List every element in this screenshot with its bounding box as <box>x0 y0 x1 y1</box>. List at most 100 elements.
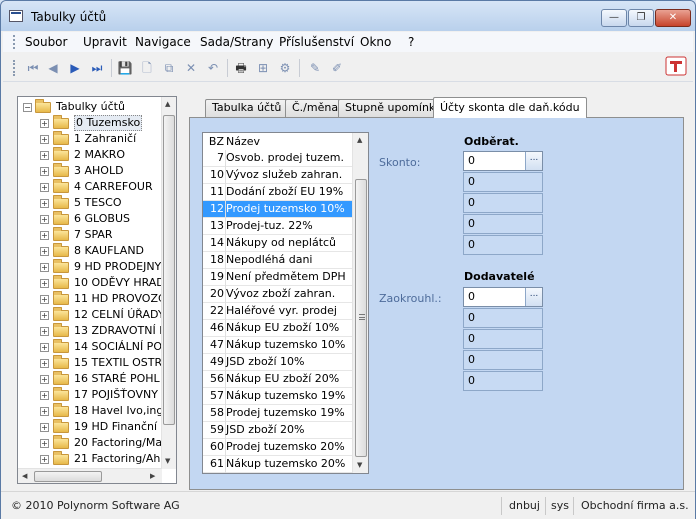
expand-icon[interactable]: + <box>40 295 49 304</box>
expand-icon[interactable]: + <box>40 119 49 128</box>
list-row[interactable]: 11 Dodání zboží EU 19% <box>203 184 353 201</box>
collapse-icon[interactable]: − <box>23 103 32 112</box>
tree-item[interactable]: +4 CARREFOUR <box>18 179 162 195</box>
list-row[interactable]: 22 Haléřové vyr. prodej <box>203 303 353 320</box>
expand-icon[interactable]: + <box>40 279 49 288</box>
tree-horizontal-scrollbar[interactable]: ◀ ▶ <box>18 468 162 483</box>
menu-sada-strany[interactable]: Sada/Strany <box>200 35 273 49</box>
tree-item[interactable]: +18 Havel Ivo,ing. <box>18 403 167 419</box>
tree-item[interactable]: +13 ZDRAVOTNÍ P <box>18 323 166 339</box>
undo-icon[interactable]: ↶ <box>205 60 221 76</box>
skonto-input-3[interactable]: 0 <box>463 193 543 213</box>
tree-item[interactable]: +6 GLOBUS <box>18 211 162 227</box>
zaokrouhl-input-4[interactable]: 0 <box>463 350 543 370</box>
print-icon[interactable]: 🖶 <box>233 60 249 76</box>
list-vertical-scrollbar[interactable]: ▲ ▼ <box>352 133 368 473</box>
menu-navigace[interactable]: Navigace <box>135 35 191 49</box>
tax-code-list[interactable]: BZ Název 7 Osvob. prodej tuzem. 10 Vývoz sl… <box>202 132 369 474</box>
menu-grip[interactable] <box>13 35 16 49</box>
tree-item[interactable]: +0 Tuzemsko <box>18 115 162 131</box>
new-document-icon[interactable]: 🗋 <box>139 60 155 76</box>
expand-icon[interactable]: + <box>40 439 49 448</box>
expand-icon[interactable]: + <box>40 135 49 144</box>
next-record-icon[interactable]: ▶ <box>67 60 83 76</box>
edit-clear-icon[interactable]: ✐ <box>329 60 345 76</box>
list-row[interactable]: 18 Nepodléhá dani <box>203 252 353 269</box>
list-row[interactable]: 47 Nákup tuzemsko 10% <box>203 337 353 354</box>
zaokrouhl-input-1[interactable]: 0... <box>463 287 543 307</box>
list-vertical-scroll-thumb[interactable] <box>355 179 367 457</box>
tab-ucty-skonta[interactable]: Účty skonta dle daň.kódu <box>433 97 587 118</box>
tab-tabulka-uctu[interactable]: Tabulka účtů <box>205 99 289 117</box>
account-tree[interactable]: − Tabulky účtů +0 Tuzemsko +1 Zahraničí +2… <box>17 96 177 484</box>
list-row[interactable]: 13 Prodej-tuz. 22% <box>203 218 353 235</box>
expand-icon[interactable]: + <box>40 311 49 320</box>
zaokrouhl-input-5[interactable]: 0 <box>463 371 543 391</box>
menu-okno[interactable]: Okno <box>360 35 391 49</box>
list-row[interactable]: 12 Prodej tuzemsko 10% <box>203 201 353 218</box>
tree-item[interactable]: +21 Factoring/Ahol <box>18 451 170 467</box>
scroll-up-icon[interactable]: ▲ <box>165 100 170 108</box>
scroll-left-icon[interactable]: ◀ <box>22 472 27 480</box>
skonto-input-4[interactable]: 0 <box>463 214 543 234</box>
expand-icon[interactable]: + <box>40 167 49 176</box>
expand-icon[interactable]: + <box>40 247 49 256</box>
scroll-right-icon[interactable]: ▶ <box>150 472 155 480</box>
tree-item[interactable]: +14 SOCIÁLNÍ PO <box>18 339 162 355</box>
list-row[interactable]: 61 Nákup tuzemsko 20% <box>203 456 353 473</box>
tree-item[interactable]: +10 ODĚVY HRAD <box>18 275 165 291</box>
expand-icon[interactable]: + <box>40 199 49 208</box>
menu-soubor[interactable]: Soubor <box>25 35 67 49</box>
tree-item[interactable]: +16 STARÉ POHL <box>18 371 162 387</box>
menu-upravit[interactable]: Upravit <box>83 35 127 49</box>
list-row[interactable]: 20 Vývoz zboží zahran. <box>203 286 353 303</box>
tab-stupne-upominky[interactable]: Stupně upomínky <box>338 99 449 117</box>
expand-icon[interactable]: + <box>40 423 49 432</box>
list-row[interactable]: 7 Osvob. prodej tuzem. <box>203 150 353 167</box>
zaokrouhl-input-2[interactable]: 0 <box>463 308 543 328</box>
menu-help[interactable]: ? <box>408 35 414 49</box>
first-record-icon[interactable]: ⏮ <box>25 60 41 76</box>
delete-icon[interactable]: ✕ <box>183 60 199 76</box>
tree-item[interactable]: +2 MAKRO <box>18 147 162 163</box>
tree-vertical-scrollbar[interactable]: ▲ ▼ <box>161 97 176 469</box>
tree-item[interactable]: +8 KAUFLAND <box>18 243 162 259</box>
tree-item[interactable]: +9 HD PRODEJNY <box>18 259 162 275</box>
tree-item[interactable]: +15 TEXTIL OSTR <box>18 355 162 371</box>
list-row[interactable]: 19 Není předmětem DPH <box>203 269 353 286</box>
list-row[interactable]: 56 Nákup EU zboží 20% <box>203 371 353 388</box>
tree-structure-icon[interactable]: ⊞ <box>255 60 271 76</box>
settings-icon[interactable]: ⚙ <box>277 60 293 76</box>
close-button[interactable]: ✕ <box>655 9 691 27</box>
expand-icon[interactable]: + <box>40 215 49 224</box>
list-row[interactable]: 10 Vývoz služeb zahran. <box>203 167 353 184</box>
expand-icon[interactable]: + <box>40 231 49 240</box>
lookup-button[interactable]: ... <box>525 152 542 170</box>
column-header-code[interactable]: BZ <box>203 133 224 150</box>
tree-item[interactable]: +11 HD PROVOZC <box>18 291 166 307</box>
list-row[interactable]: 46 Nákup EU zboží 10% <box>203 320 353 337</box>
tree-vertical-scroll-thumb[interactable] <box>163 115 175 425</box>
list-row[interactable]: 59 JSD zboží 20% <box>203 422 353 439</box>
zaokrouhl-input-3[interactable]: 0 <box>463 329 543 349</box>
tree-item[interactable]: +19 HD Finanční <box>18 419 162 435</box>
title-bar[interactable]: Tabulky účtů — ❐ ✕ <box>1 1 695 31</box>
expand-icon[interactable]: + <box>40 407 49 416</box>
skonto-input-1[interactable]: 0... <box>463 151 543 171</box>
expand-icon[interactable]: + <box>40 359 49 368</box>
copy-icon[interactable]: ⧉ <box>161 60 177 76</box>
list-row[interactable]: 60 Prodej tuzemsko 20% <box>203 439 353 456</box>
prev-record-icon[interactable]: ◀ <box>45 60 61 76</box>
skonto-input-5[interactable]: 0 <box>463 235 543 255</box>
expand-icon[interactable]: + <box>40 327 49 336</box>
expand-icon[interactable]: + <box>40 263 49 272</box>
last-record-icon[interactable]: ⏭ <box>89 60 105 76</box>
skonto-input-2[interactable]: 0 <box>463 172 543 192</box>
tab-cislo-mena[interactable]: Č./měna <box>285 99 346 117</box>
tree-item[interactable]: +20 Factoring/Mak <box>18 435 168 451</box>
list-row[interactable]: 14 Nákupy od neplátců <box>203 235 353 252</box>
scroll-down-icon[interactable]: ▼ <box>357 461 362 469</box>
expand-icon[interactable]: + <box>40 343 49 352</box>
tree-item[interactable]: +12 CELNÍ ÚŘADY <box>18 307 165 323</box>
expand-icon[interactable]: + <box>40 391 49 400</box>
